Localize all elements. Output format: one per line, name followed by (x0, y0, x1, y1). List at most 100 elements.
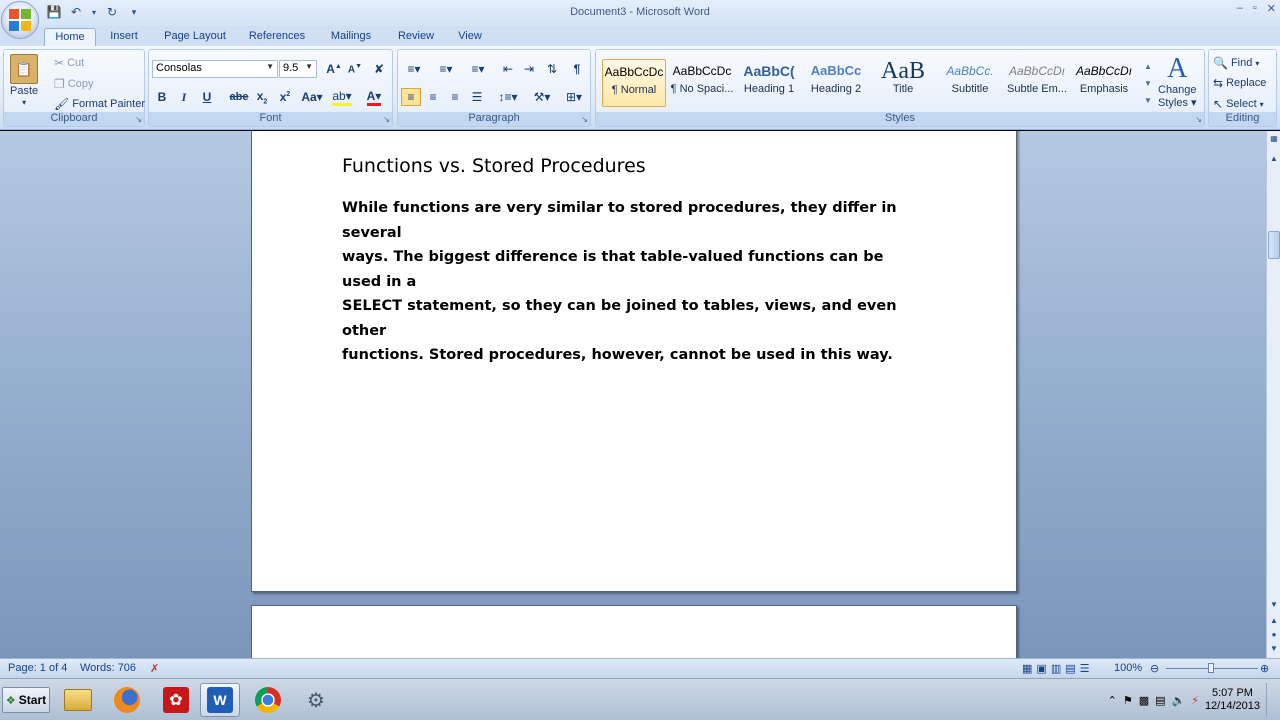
network-icon[interactable]: ▤ (1155, 694, 1165, 707)
word-button[interactable]: W (200, 683, 240, 717)
font-size-combo[interactable]: 9.5 ▼ (279, 60, 317, 78)
align-left-button[interactable]: ≡ (401, 88, 421, 106)
zoom-in-icon[interactable]: ⊕ (1260, 662, 1269, 675)
vertical-scrollbar[interactable]: ▦ ▲ ▼ ▲ ● ▼ (1266, 131, 1280, 658)
close-button[interactable]: ✕ (1267, 2, 1276, 15)
firefox-button[interactable] (107, 683, 147, 717)
scroll-down-icon[interactable]: ▼ (1268, 599, 1280, 611)
font-color-button[interactable]: A▾ (361, 88, 387, 106)
paragraph-launcher-icon[interactable]: ↘ (581, 115, 588, 124)
chrome-button[interactable] (248, 683, 288, 717)
subscript-button[interactable]: x2 (252, 88, 272, 106)
view-buttons[interactable]: ▦▣▥▤☰ (1022, 662, 1094, 675)
start-button[interactable]: ❖ Start (2, 687, 50, 713)
multilevel-list-button[interactable]: ≡▾ (464, 60, 492, 78)
word-count[interactable]: Words: 706 (80, 662, 136, 674)
zoom-slider[interactable] (1166, 663, 1258, 673)
style-no-spacing[interactable]: AaBbCcDc ¶ No Spaci... (670, 59, 734, 107)
zoom-out-icon[interactable]: ⊖ (1150, 662, 1159, 675)
outline-icon[interactable]: ▤ (1065, 663, 1079, 675)
proofing-icon[interactable]: ✗ (150, 662, 159, 675)
file-explorer-button[interactable] (58, 683, 98, 717)
format-painter-button[interactable]: 🖌 Format Painter (54, 97, 145, 111)
replace-button[interactable]: ⇆ Replace (1213, 76, 1266, 90)
borders-button[interactable]: ⊞▾ (560, 88, 588, 106)
italic-button[interactable]: I (174, 88, 194, 106)
page-count[interactable]: Page: 1 of 4 (8, 662, 67, 674)
show-desktop-button[interactable] (1266, 683, 1276, 717)
align-right-button[interactable]: ≡ (445, 88, 465, 106)
style-heading-2[interactable]: AaBbCc Heading 2 (804, 59, 868, 107)
change-styles-button[interactable]: A Change Styles ▾ (1158, 54, 1197, 110)
document-heading[interactable]: Functions vs. Stored Procedures (342, 155, 646, 177)
acrobat-button[interactable]: ✿ (156, 683, 196, 717)
device-icon[interactable]: ▩ (1139, 694, 1149, 707)
styles-gallery-scroll[interactable]: ▲ ▼ ▼ (1142, 58, 1154, 110)
scroll-up-icon[interactable]: ▲ (1268, 153, 1280, 165)
ruler-toggle-icon[interactable]: ▦ (1268, 133, 1280, 145)
full-screen-icon[interactable]: ▣ (1036, 663, 1050, 675)
volume-icon[interactable]: 🔈 (1172, 694, 1186, 707)
show-hidden-icons-icon[interactable]: ⌃ (1108, 694, 1117, 707)
select-button[interactable]: ↖ Select ▾ (1213, 97, 1264, 111)
more-styles-icon[interactable]: ▼ (1142, 92, 1154, 109)
flag-icon[interactable]: ⚑ (1123, 694, 1133, 707)
power-icon[interactable]: ⚡ (1191, 694, 1199, 707)
strikethrough-button[interactable]: abe (229, 88, 249, 106)
grow-font-button[interactable]: A▲ (324, 60, 344, 78)
change-case-button[interactable]: Aa▾ (299, 88, 325, 106)
line-spacing-button[interactable]: ↕≡▾ (494, 88, 522, 106)
bold-button[interactable]: B (152, 88, 172, 106)
style-heading-1[interactable]: AaBbC( Heading 1 (737, 59, 801, 107)
show-hide-button[interactable]: ¶ (567, 60, 587, 78)
find-button[interactable]: 🔍 Find ▾ (1213, 56, 1259, 70)
font-launcher-icon[interactable]: ↘ (383, 115, 390, 124)
clear-formatting-button[interactable]: ✘ (369, 60, 389, 78)
tab-mailings[interactable]: Mailings (326, 28, 376, 46)
clock[interactable]: 5:07 PM 12/14/2013 (1205, 687, 1260, 713)
web-layout-icon[interactable]: ▥ (1051, 663, 1065, 675)
tab-review[interactable]: Review (393, 28, 439, 46)
decrease-indent-button[interactable]: ⇤ (498, 60, 518, 78)
page-2[interactable] (251, 605, 1017, 658)
browse-object-icon[interactable]: ● (1268, 629, 1280, 641)
tab-page-layout[interactable]: Page Layout (160, 28, 230, 46)
styles-launcher-icon[interactable]: ↘ (1195, 115, 1202, 124)
align-center-button[interactable]: ≡ (423, 88, 443, 106)
minimize-button[interactable]: – (1237, 2, 1243, 15)
style-emphasis[interactable]: AaBbCcDı Emphasis (1072, 59, 1136, 107)
shrink-font-button[interactable]: A▼ (345, 60, 365, 78)
style-title[interactable]: AaB Title (871, 59, 935, 107)
justify-button[interactable]: ☰ (467, 88, 487, 106)
tab-insert[interactable]: Insert (104, 28, 144, 46)
scroll-thumb[interactable] (1268, 231, 1280, 259)
tools-button[interactable]: ⚙ (296, 683, 336, 717)
scroll-down-icon[interactable]: ▼ (1142, 75, 1154, 92)
style-normal[interactable]: AaBbCcDc ¶ Normal (602, 59, 666, 107)
tab-view[interactable]: View (452, 28, 488, 46)
previous-page-icon[interactable]: ▲ (1268, 615, 1280, 627)
zoom-level[interactable]: 100% (1114, 662, 1142, 674)
draft-icon[interactable]: ☰ (1080, 663, 1094, 675)
tab-home[interactable]: Home (44, 28, 96, 46)
page-1[interactable]: Functions vs. Stored Procedures While fu… (251, 131, 1017, 592)
superscript-button[interactable]: x2 (275, 88, 295, 106)
next-page-icon[interactable]: ▼ (1268, 643, 1280, 655)
font-family-combo[interactable]: Consolas ▼ (152, 60, 278, 78)
sort-button[interactable]: ⇅ (542, 60, 562, 78)
print-layout-icon[interactable]: ▦ (1022, 663, 1036, 675)
bullets-button[interactable]: ≡▾ (400, 60, 428, 78)
increase-indent-button[interactable]: ⇥ (519, 60, 539, 78)
style-subtle-emphasis[interactable]: AaBbCcDı Subtle Em... (1005, 59, 1069, 107)
cut-button[interactable]: ✂ Cut (54, 56, 84, 70)
shading-button[interactable]: ⚒▾ (528, 88, 556, 106)
copy-button[interactable]: ❐ Copy (54, 77, 93, 91)
office-button[interactable] (1, 1, 39, 39)
clipboard-launcher-icon[interactable]: ↘ (135, 115, 142, 124)
maximize-button[interactable]: ▫ (1253, 2, 1257, 15)
tab-references[interactable]: References (244, 28, 310, 46)
style-subtitle[interactable]: AaBbCc. Subtitle (938, 59, 1002, 107)
scroll-up-icon[interactable]: ▲ (1142, 58, 1154, 75)
zoom-slider-thumb[interactable] (1208, 663, 1214, 673)
highlight-button[interactable]: ab▾ (329, 88, 355, 106)
